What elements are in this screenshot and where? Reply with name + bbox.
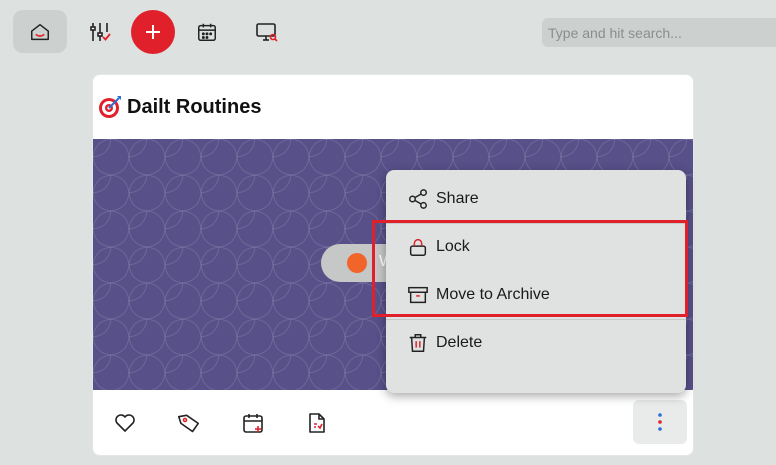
calendar-icon — [198, 23, 216, 41]
plus-icon — [146, 25, 160, 39]
top-toolbar — [0, 0, 776, 66]
home-icon — [31, 23, 49, 40]
add-button[interactable] — [131, 10, 175, 54]
share-icon — [406, 187, 430, 211]
menu-item-label: Share — [436, 190, 479, 207]
card-actions — [93, 390, 693, 455]
document-icon — [309, 413, 325, 433]
card-header: Dailt Routines — [97, 93, 261, 121]
pill-dot — [347, 253, 367, 273]
menu-item-share[interactable]: Share — [406, 185, 479, 213]
calendar-plus-icon — [243, 414, 263, 433]
schedule-button[interactable] — [236, 406, 270, 440]
heart-icon — [115, 414, 135, 432]
filter-sliders-icon — [90, 23, 111, 41]
menu-divider — [386, 319, 686, 320]
more-vertical-icon — [658, 413, 662, 431]
tag-button[interactable] — [172, 406, 206, 440]
tag-icon — [177, 414, 200, 433]
home-button[interactable] — [13, 10, 67, 53]
monitor-search-icon — [256, 23, 278, 42]
trash-icon — [406, 331, 430, 355]
filter-button[interactable] — [82, 12, 118, 52]
highlight-box — [372, 220, 688, 317]
document-button[interactable] — [300, 406, 334, 440]
calendar-button[interactable] — [189, 12, 225, 52]
card-title: Dailt Routines — [127, 95, 262, 118]
target-dart-icon — [99, 96, 121, 118]
like-button[interactable] — [108, 406, 142, 440]
screen-search-button[interactable] — [249, 12, 285, 52]
menu-item-delete[interactable]: Delete — [406, 329, 482, 357]
more-options-button[interactable] — [633, 400, 687, 444]
menu-item-label: Delete — [436, 334, 483, 351]
search-input[interactable] — [542, 18, 776, 47]
